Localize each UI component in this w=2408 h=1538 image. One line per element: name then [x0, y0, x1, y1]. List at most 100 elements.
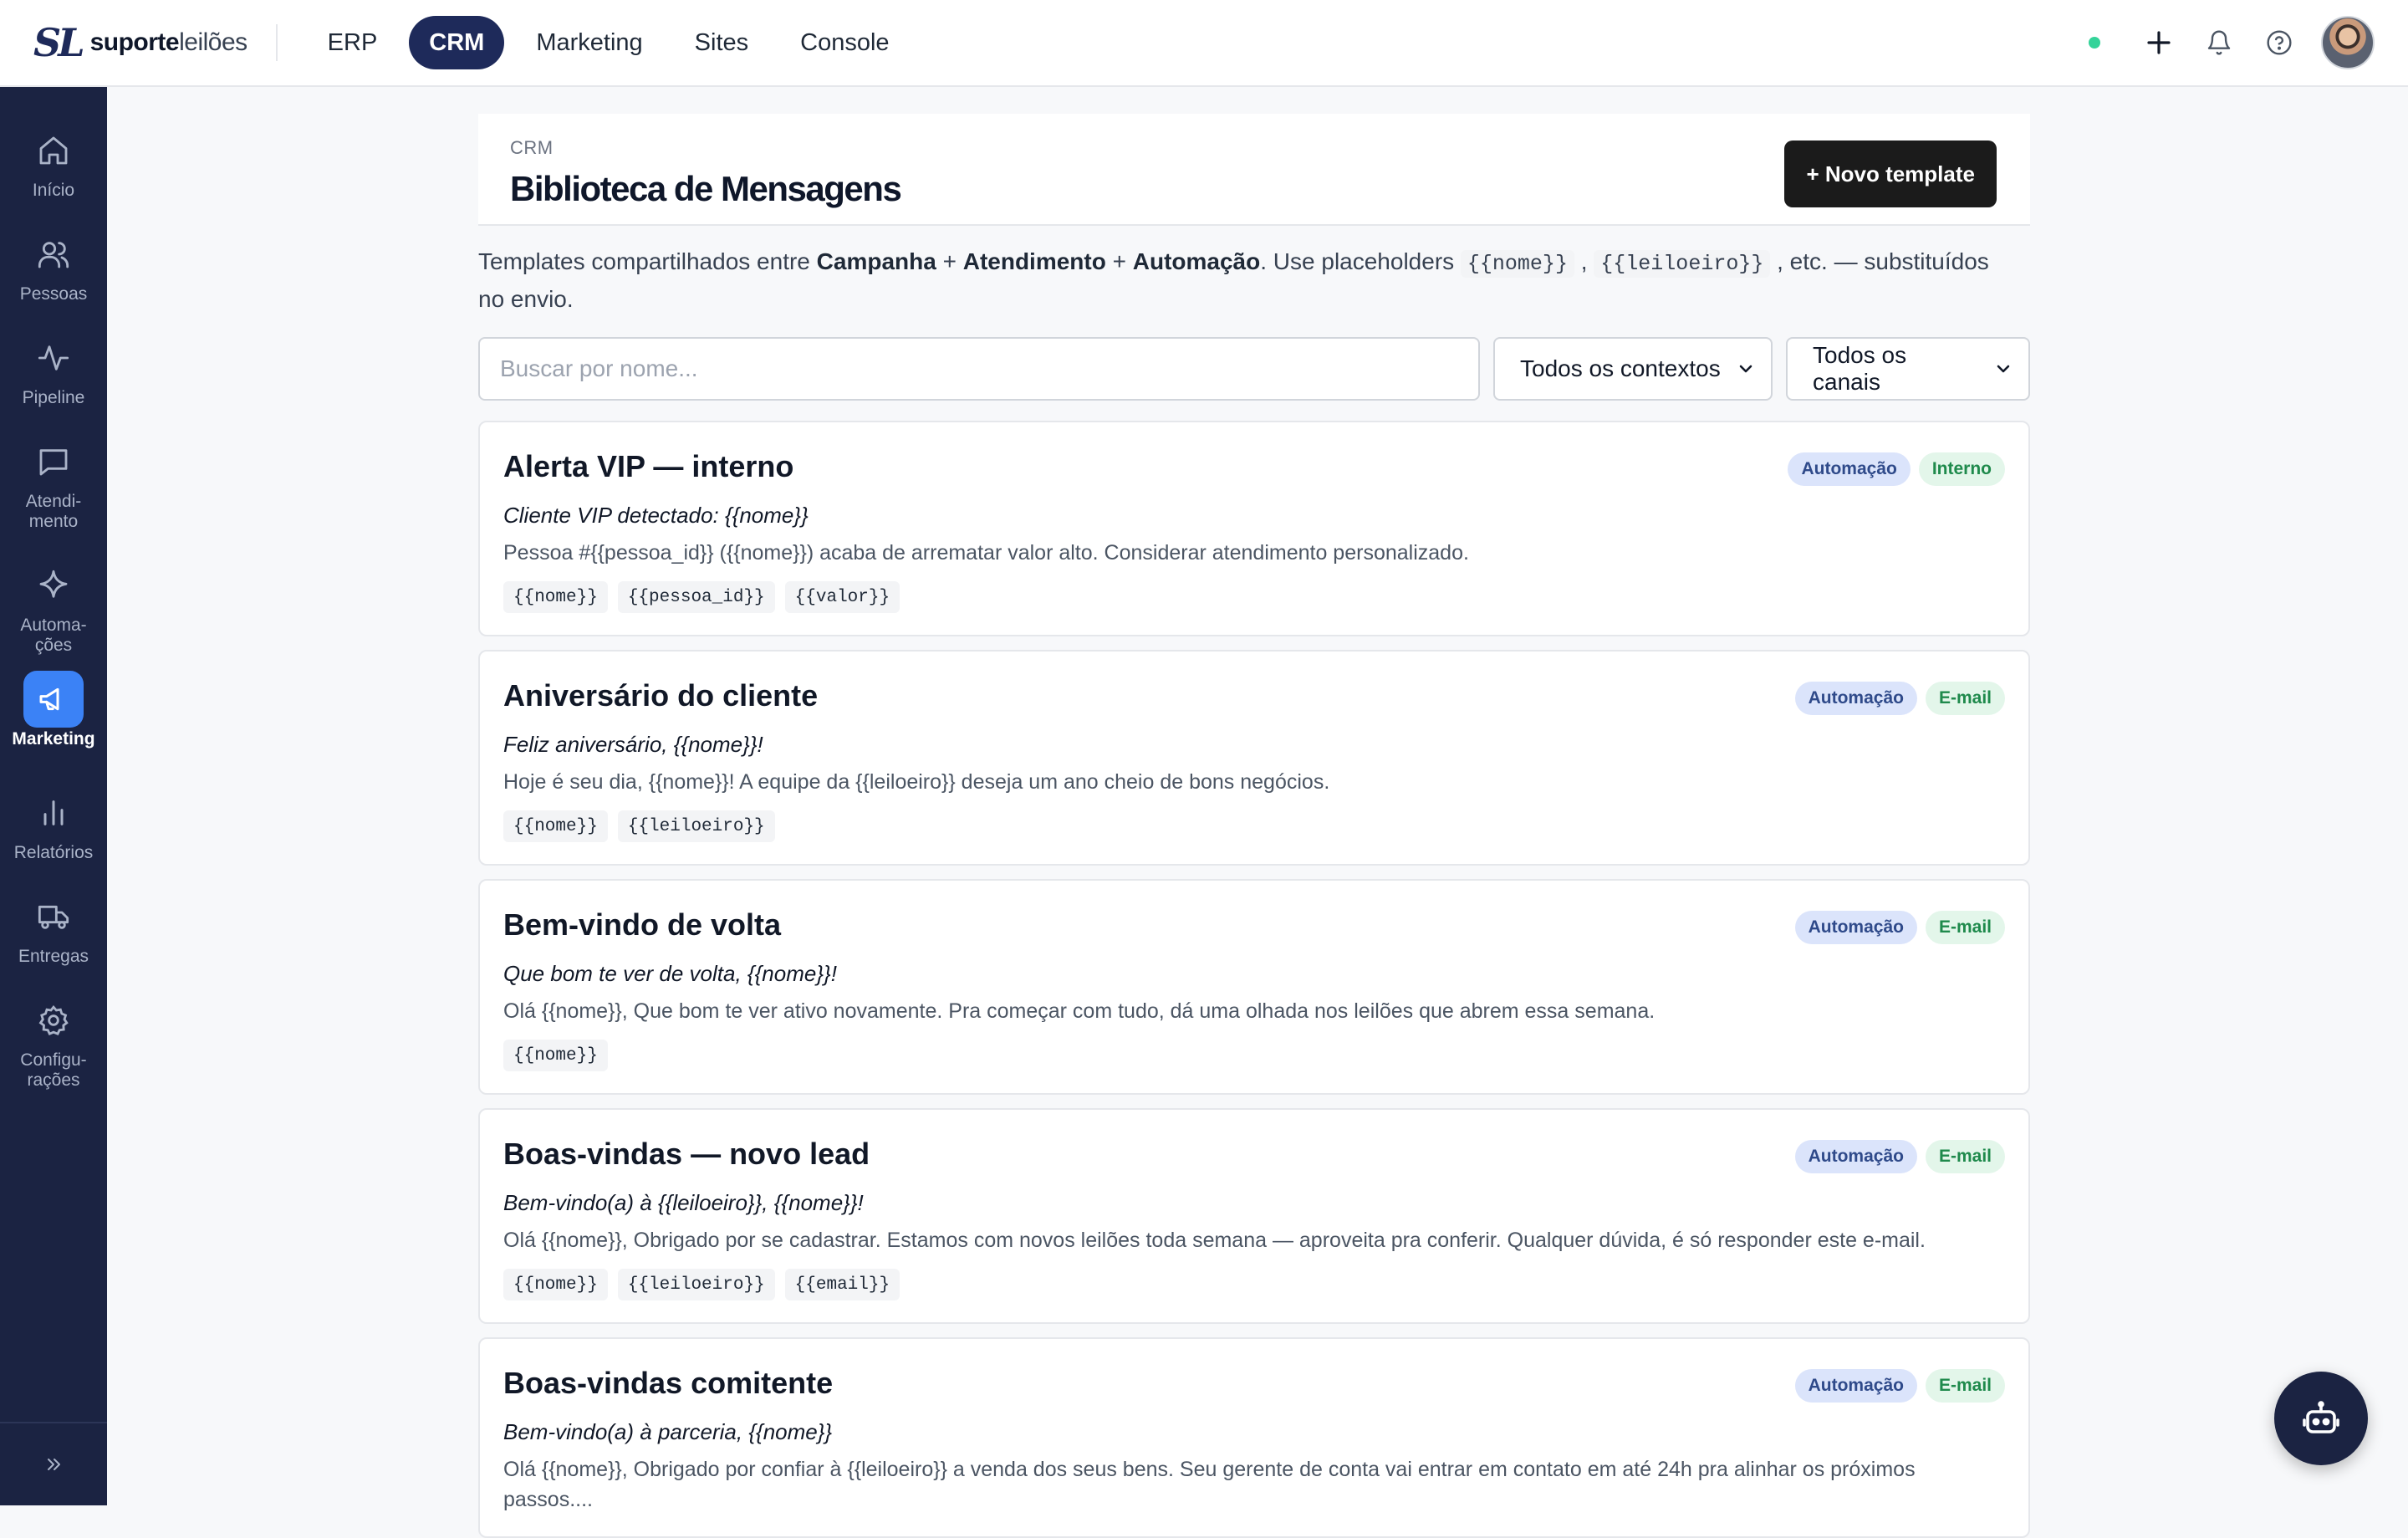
sidebar-item-label: Pipeline — [22, 388, 85, 407]
top-nav-sites[interactable]: Sites — [675, 16, 768, 69]
page-header: CRM Biblioteca de Mensagens + Novo templ… — [478, 114, 2030, 226]
channel-badge: E-mail — [1925, 1369, 2005, 1403]
top-nav-console[interactable]: Console — [780, 16, 909, 69]
chevron-down-icon — [1997, 365, 2010, 373]
top-nav-erp[interactable]: ERP — [308, 16, 398, 69]
context-badge: Automação — [1794, 911, 1917, 944]
divider — [275, 24, 278, 61]
sidebar-item-label: Automa- ções — [20, 616, 87, 655]
template-title: Bem-vindo de volta — [503, 907, 782, 942]
logo-mark: SL — [33, 20, 85, 65]
placeholder-tag: {{nome}} — [503, 1269, 608, 1300]
template-card[interactable]: Alerta VIP — interno Automação Interno C… — [478, 421, 2030, 636]
users-icon — [23, 226, 84, 283]
truck-icon — [23, 888, 84, 945]
sidebar-item-entregas[interactable]: Entregas — [0, 888, 107, 967]
plus-icon[interactable] — [2140, 24, 2177, 61]
template-badges: Automação Interno — [1788, 452, 2005, 486]
brand-logo[interactable]: SL suporteleilões — [33, 0, 247, 86]
template-badges: Automação E-mail — [1794, 682, 2005, 715]
template-subject: Bem-vindo(a) à parceria, {{nome}} — [503, 1419, 833, 1444]
context-badge: Automação — [1788, 452, 1911, 486]
placeholder-tag: {{leiloeiro}} — [617, 1269, 775, 1300]
template-card[interactable]: Aniversário do cliente Automação E-mail … — [478, 650, 2030, 866]
sidebar-item-pessoas[interactable]: Pessoas — [0, 226, 107, 304]
chat-icon — [23, 433, 84, 490]
sidebar-item-inicio[interactable]: Início — [0, 122, 107, 201]
bar-chart-icon — [23, 784, 84, 841]
channel-badge: E-mail — [1925, 682, 2005, 715]
assistant-bot-button[interactable] — [2274, 1372, 2368, 1465]
sidebar-item-label: Entregas — [18, 947, 89, 966]
placeholder-tag: {{nome}} — [503, 810, 608, 842]
sidebar-item-label: Relatórios — [13, 843, 94, 862]
sidebar-collapse-button[interactable] — [0, 1422, 107, 1505]
sparkle-icon — [23, 557, 84, 614]
intro-text: Templates compartilhados entre Campanha … — [478, 248, 1989, 312]
bell-icon[interactable] — [2201, 24, 2237, 61]
chevron-down-icon — [1739, 365, 1752, 373]
template-badges: Automação E-mail — [1794, 1140, 2005, 1173]
sidebar-item-label: Configu- rações — [20, 1050, 87, 1090]
help-icon[interactable] — [2261, 24, 2298, 61]
placeholder-tags: {{nome}} {{pessoa_id}} {{valor}} — [503, 581, 900, 613]
sidebar-item-marketing[interactable]: Marketing — [0, 671, 107, 749]
placeholder-tags: {{nome}} {{leiloeiro}} {{email}} — [503, 1269, 900, 1300]
placeholder-tags: {{nome}} {{leiloeiro}} — [503, 810, 775, 842]
context-badge: Automação — [1794, 682, 1917, 715]
online-status-indicator — [2089, 37, 2100, 49]
placeholder-code: {{leiloeiro}} — [1594, 250, 1771, 278]
top-nav: ERP CRM Marketing Sites Console — [308, 16, 910, 69]
context-filter-select[interactable]: Todos os contextos — [1493, 337, 1773, 401]
template-card[interactable]: Boas-vindas comitente Automação E-mail B… — [478, 1337, 2030, 1538]
sidebar-item-atendimento[interactable]: Atendi- mento — [0, 433, 107, 532]
sidebar-item-relatorios[interactable]: Relatórios — [0, 784, 107, 863]
sidebar-item-label: Marketing — [12, 729, 95, 749]
top-bar: SL suporteleilões ERP CRM Marketing Site… — [0, 0, 2408, 87]
robot-icon — [2303, 1401, 2339, 1433]
placeholder-tag: {{nome}} — [503, 581, 608, 613]
template-badges: Automação E-mail — [1794, 1369, 2005, 1403]
home-icon — [23, 122, 84, 179]
sidebar-item-automacoes[interactable]: Automa- ções — [0, 557, 107, 656]
page-title: Biblioteca de Mensagens — [510, 169, 902, 208]
sidebar-item-label: Atendi- mento — [25, 492, 82, 531]
channel-badge: E-mail — [1925, 1140, 2005, 1173]
template-body: Olá {{nome}}, Obrigado por confiar à {{l… — [503, 1458, 1916, 1511]
template-badges: Automação E-mail — [1794, 911, 2005, 944]
placeholder-code: {{nome}} — [1460, 250, 1574, 278]
placeholder-tag: {{email}} — [784, 1269, 900, 1300]
template-body: Hoje é seu dia, {{nome}}! A equipe da {{… — [503, 770, 1330, 794]
template-title: Boas-vindas — novo lead — [503, 1137, 870, 1171]
top-nav-marketing[interactable]: Marketing — [516, 16, 662, 69]
breadcrumb[interactable]: CRM — [510, 137, 554, 159]
sidebar-item-label: Início — [32, 181, 75, 200]
gear-icon — [23, 992, 84, 1049]
context-badge: Automação — [1794, 1369, 1917, 1403]
template-card[interactable]: Boas-vindas — novo lead Automação E-mail… — [478, 1108, 2030, 1324]
context-badge: Automação — [1794, 1140, 1917, 1173]
placeholder-tag: {{valor}} — [784, 581, 900, 613]
template-subject: Feliz aniversário, {{nome}}! — [503, 732, 763, 757]
user-avatar[interactable] — [2321, 16, 2375, 69]
megaphone-icon — [23, 671, 84, 728]
double-chevron-right-icon — [48, 1459, 60, 1470]
channel-badge: Interno — [1918, 452, 2005, 486]
new-template-button[interactable]: + Novo template — [1784, 141, 1997, 207]
main-content: CRM Biblioteca de Mensagens + Novo templ… — [478, 114, 2030, 1538]
sidebar-item-configuracoes[interactable]: Configu- rações — [0, 992, 107, 1091]
sidebar-item-label: Pessoas — [19, 284, 88, 304]
top-right-actions — [2089, 16, 2375, 69]
activity-icon — [23, 330, 84, 386]
top-nav-crm[interactable]: CRM — [409, 16, 505, 69]
template-subject: Cliente VIP detectado: {{nome}} — [503, 503, 809, 528]
sidebar: Início Pessoas Pipeline Atendi- mento Au… — [0, 87, 107, 1505]
filter-bar: Todos os contextos Todos os canais — [478, 337, 2030, 401]
search-input[interactable] — [478, 337, 1480, 401]
template-subject: Bem-vindo(a) à {{leiloeiro}}, {{nome}}! — [503, 1190, 864, 1215]
channel-filter-select[interactable]: Todos os canais — [1786, 337, 2030, 401]
sidebar-item-pipeline[interactable]: Pipeline — [0, 330, 107, 408]
logo-wordmark: suporteleilões — [89, 28, 248, 56]
template-subject: Que bom te ver de volta, {{nome}}! — [503, 961, 837, 986]
template-card[interactable]: Bem-vindo de volta Automação E-mail Que … — [478, 879, 2030, 1095]
